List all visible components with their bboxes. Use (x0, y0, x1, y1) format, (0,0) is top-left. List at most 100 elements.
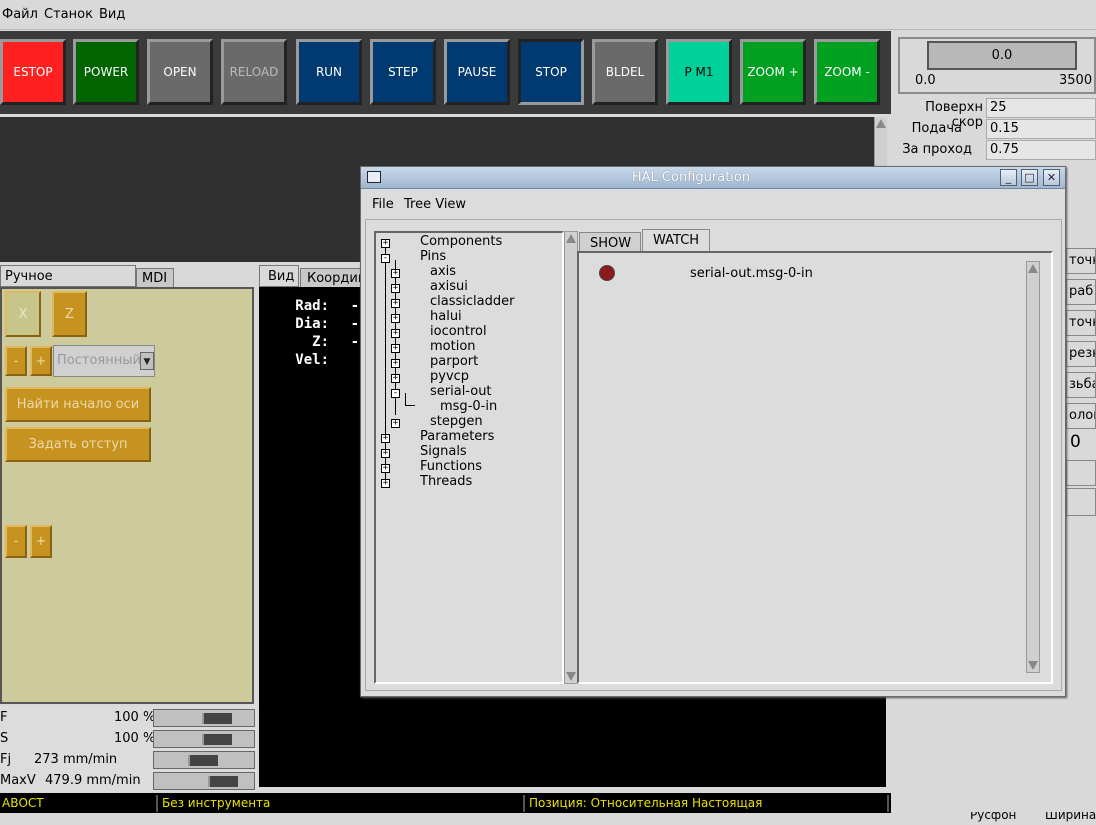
right-panel-item[interactable]: раб1 (1066, 279, 1096, 305)
tab-manual[interactable]: Ручное управление (0, 265, 136, 299)
status-bar: АВОСТ Без инструмента Позиция: Относител… (0, 793, 891, 813)
expand-icon[interactable]: + (391, 359, 400, 368)
axis-x-button[interactable]: X (5, 291, 41, 337)
param-surface-speed-value[interactable]: 25 (986, 98, 1096, 118)
tree-node-pin-group[interactable]: motion (430, 339, 476, 354)
window-titlebar[interactable]: HAL Configuration _ □ ✕ (361, 167, 1065, 189)
stop-button[interactable]: STOP (518, 39, 584, 105)
tab-watch[interactable]: WATCH (642, 229, 710, 253)
tree-node-functions[interactable]: Functions (420, 459, 482, 474)
dro-z-value: - (350, 334, 359, 350)
axis-z-button[interactable]: Z (52, 291, 87, 337)
right-panel-item[interactable]: резка (1066, 341, 1096, 367)
tree-node-pin-group[interactable]: parport (430, 354, 478, 369)
expand-icon[interactable]: + (391, 299, 400, 308)
param-depth-value[interactable]: 0.75 (986, 140, 1096, 160)
jog-minus-button[interactable]: - (5, 346, 27, 376)
menu-file[interactable]: Файл (2, 7, 38, 22)
step-button[interactable]: STEP (370, 39, 436, 105)
tree-node-pins[interactable]: Pins (420, 249, 446, 264)
menu-bar: Файл Станок Вид (0, 0, 1096, 30)
expand-icon[interactable]: + (381, 239, 390, 248)
right-panel-slot[interactable] (1066, 460, 1096, 486)
override-label: S (0, 731, 9, 746)
scroll-down-icon[interactable] (1028, 661, 1038, 670)
scroll-down-icon[interactable] (566, 672, 576, 681)
tree-node-pin-group[interactable]: serial-out (430, 384, 492, 399)
touch-off-button[interactable]: Задать отступ (5, 427, 151, 462)
minimize-icon[interactable]: _ (1000, 169, 1017, 186)
tree-node-pin[interactable]: msg-0-in (440, 399, 497, 414)
maximize-icon[interactable]: □ (1021, 169, 1038, 186)
slider-thumb[interactable] (202, 713, 232, 724)
close-icon[interactable]: ✕ (1043, 169, 1060, 186)
hal-menu-file[interactable]: File (372, 197, 394, 212)
jog-plus-button[interactable]: + (30, 346, 52, 376)
tree-node-signals[interactable]: Signals (420, 444, 467, 459)
tree-node-pin-group[interactable]: stepgen (430, 414, 483, 429)
expand-icon[interactable]: + (381, 449, 390, 458)
right-panel-item[interactable]: зьба (1066, 372, 1096, 398)
jog-speed-slider[interactable] (153, 751, 255, 769)
menu-view[interactable]: Вид (99, 7, 125, 22)
estop-button[interactable]: ESTOP (0, 39, 66, 105)
right-panel-item[interactable]: точк (1066, 310, 1096, 336)
scroll-up-icon[interactable] (566, 234, 576, 243)
expand-icon[interactable]: + (391, 284, 400, 293)
tree-node-threads[interactable]: Threads (420, 474, 472, 489)
collapse-icon[interactable]: - (391, 389, 400, 398)
tree-scrollbar[interactable] (564, 231, 578, 684)
tree-node-pin-group[interactable]: halui (430, 309, 462, 324)
zoom-out-button[interactable]: ZOOM - (814, 39, 880, 105)
scroll-up-icon[interactable] (1028, 264, 1038, 273)
jog-plus-button-2[interactable]: + (30, 525, 52, 558)
power-button[interactable]: POWER (73, 39, 139, 105)
feed-override-slider[interactable] (153, 709, 255, 727)
expand-icon[interactable]: + (391, 314, 400, 323)
watch-scrollbar[interactable] (1026, 261, 1040, 673)
tree-node-pin-group[interactable]: pyvcp (430, 369, 469, 384)
expand-icon[interactable]: + (391, 269, 400, 278)
tree-node-parameters[interactable]: Parameters (420, 429, 494, 444)
open-button[interactable]: OPEN (147, 39, 213, 105)
collapse-icon[interactable]: - (381, 254, 390, 263)
bldel-button[interactable]: BLDEL (592, 39, 658, 105)
tree-node-pin-group[interactable]: iocontrol (430, 324, 487, 339)
run-button[interactable]: RUN (296, 39, 362, 105)
spindle-override-slider[interactable] (153, 730, 255, 748)
slider-thumb[interactable] (202, 734, 232, 745)
pause-button[interactable]: PAUSE (444, 39, 510, 105)
jog-minus-button-2[interactable]: - (5, 525, 27, 558)
right-panel-item[interactable]: оловк (1066, 403, 1096, 429)
right-panel-slot[interactable] (1066, 488, 1096, 516)
hal-menu-tree-view[interactable]: Tree View (404, 197, 466, 212)
jog-mode-select[interactable]: Постоянный ▼ (53, 345, 155, 377)
tab-coords[interactable]: Координ (300, 268, 364, 288)
tree-node-pin-group[interactable]: axisui (430, 279, 468, 294)
tree-node-components[interactable]: Components (420, 234, 502, 249)
reload-button[interactable]: RELOAD (221, 39, 287, 105)
slider-thumb[interactable] (188, 755, 218, 766)
tab-view[interactable]: Вид (259, 265, 299, 287)
expand-icon[interactable]: + (391, 329, 400, 338)
scrollbar[interactable] (874, 117, 887, 167)
tab-show[interactable]: SHOW (579, 232, 641, 253)
slider-thumb[interactable] (208, 776, 238, 787)
menu-machine[interactable]: Станок (44, 7, 93, 22)
expand-icon[interactable]: + (381, 464, 390, 473)
expand-icon[interactable]: + (391, 374, 400, 383)
tree-node-pin-group[interactable]: axis (430, 264, 456, 279)
expand-icon[interactable]: + (391, 344, 400, 353)
pm1-button[interactable]: P M1 (666, 39, 732, 105)
expand-icon[interactable]: + (391, 419, 400, 428)
tab-mdi[interactable]: MDI (136, 268, 174, 288)
expand-icon[interactable]: + (381, 479, 390, 488)
tree-node-pin-group[interactable]: classicladder (430, 294, 514, 309)
chevron-down-icon[interactable]: ▼ (140, 352, 154, 370)
expand-icon[interactable]: + (381, 434, 390, 443)
max-velocity-slider[interactable] (153, 772, 255, 790)
zoom-in-button[interactable]: ZOOM + (740, 39, 806, 105)
param-feed-value[interactable]: 0.15 (986, 119, 1096, 139)
right-panel-item[interactable]: точка (1066, 248, 1096, 274)
home-axis-button[interactable]: Найти начало оси (5, 387, 151, 422)
